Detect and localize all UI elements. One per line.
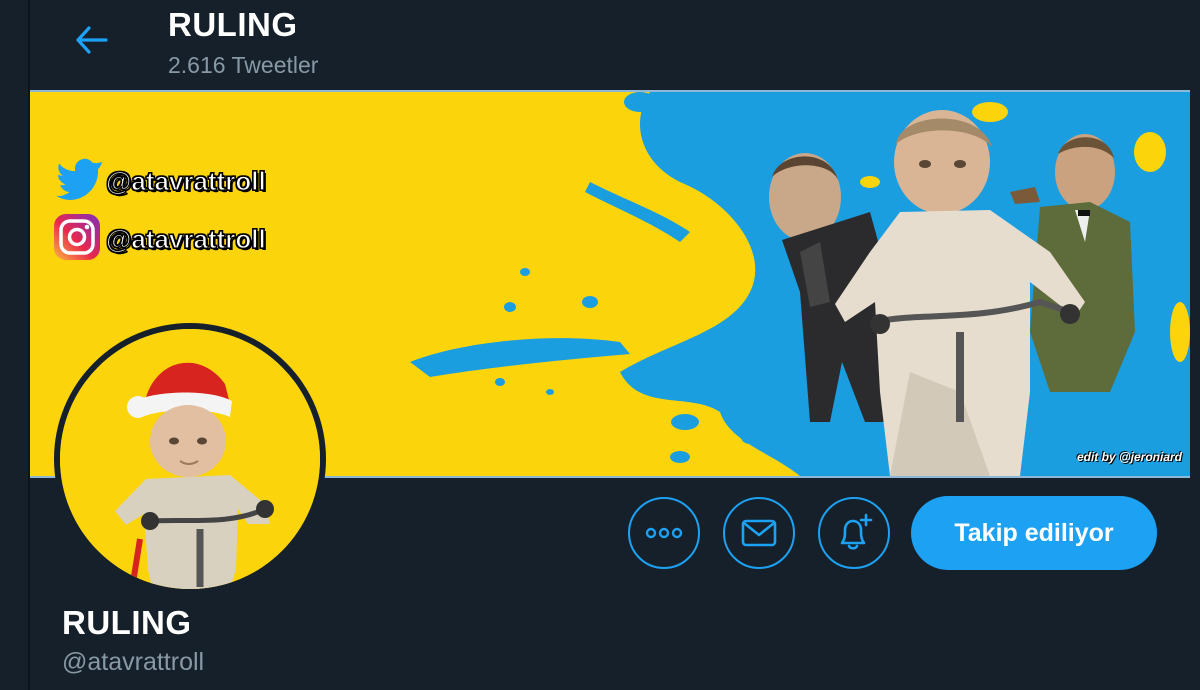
message-button[interactable] — [723, 497, 795, 569]
following-button[interactable]: Takip ediliyor — [911, 496, 1157, 570]
more-button[interactable] — [628, 497, 700, 569]
arrow-left-icon — [76, 26, 108, 54]
profile-screen: RULING 2.616 Tweetler @atavrattroll @ata… — [0, 0, 1200, 690]
profile-display-name: RULING — [62, 604, 192, 641]
mail-icon — [741, 519, 777, 547]
back-button[interactable] — [70, 18, 114, 62]
banner-twitter-handle: @atavrattroll — [105, 165, 266, 196]
more-dots-icon — [645, 527, 683, 539]
tweet-count: 2.616 Tweetler — [168, 52, 319, 78]
header-title: RULING — [168, 6, 298, 43]
bell-plus-icon — [840, 513, 873, 550]
profile-handle: @atavrattroll — [62, 648, 205, 676]
profile-header: RULING 2.616 Tweetler — [30, 0, 1200, 90]
banner-instagram-handle: @atavrattroll — [105, 223, 266, 254]
notifications-button[interactable] — [818, 497, 890, 569]
instagram-icon — [54, 214, 100, 260]
avatar-image — [60, 329, 320, 589]
avatar[interactable] — [54, 323, 326, 595]
banner-credit: edit by @jeroniard — [1076, 450, 1182, 464]
